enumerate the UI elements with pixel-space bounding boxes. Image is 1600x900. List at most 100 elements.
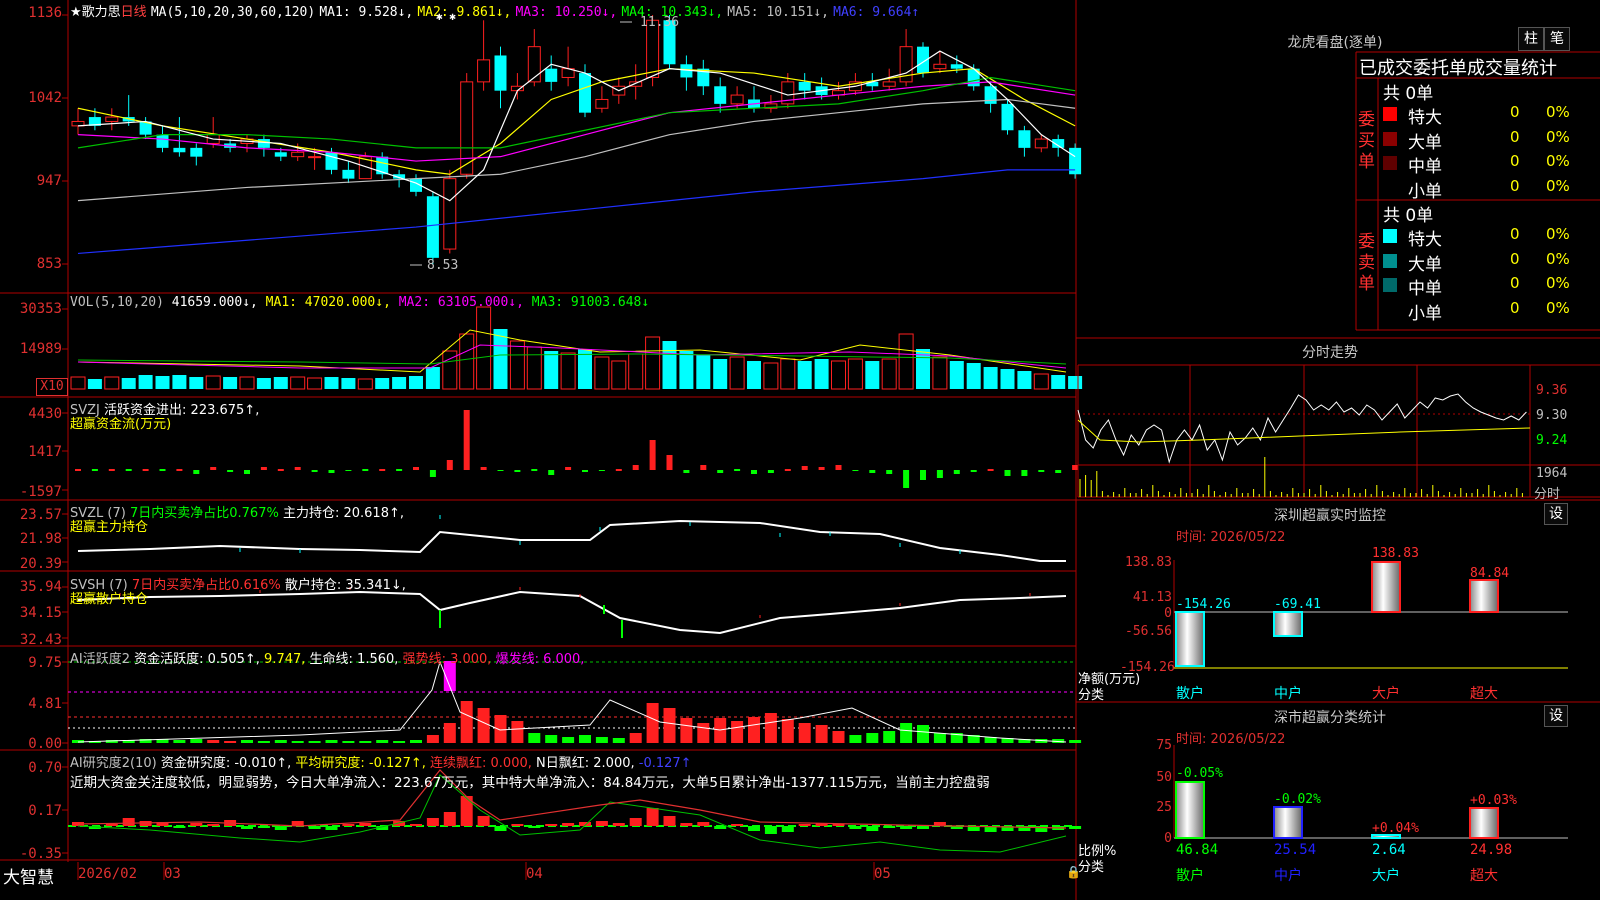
volume-bar-up bbox=[611, 360, 627, 390]
activity-bar bbox=[393, 741, 406, 743]
star-icon[interactable]: ★ bbox=[70, 5, 82, 20]
candle-body-down bbox=[156, 134, 169, 148]
sell-row-name: 小单 bbox=[1408, 303, 1442, 324]
volume-bar-up bbox=[628, 353, 644, 390]
flow-bar-out bbox=[1038, 470, 1045, 472]
buy-total: 共 0单 bbox=[1383, 84, 1434, 104]
volume-bar-up bbox=[509, 340, 525, 390]
column-view-button[interactable]: 柱 bbox=[1518, 27, 1544, 51]
vol-unit-badge[interactable]: X10 bbox=[36, 378, 68, 396]
candle-body-down bbox=[950, 64, 963, 69]
activity-bar bbox=[697, 723, 710, 743]
svzj-axis-label: 1417 bbox=[28, 444, 62, 460]
volume-bar-down bbox=[1068, 376, 1083, 389]
volume-bar-down bbox=[578, 349, 592, 389]
volume-bar-down bbox=[1051, 375, 1066, 389]
flow-bar-out bbox=[751, 470, 757, 474]
activity-bar bbox=[646, 703, 659, 743]
flow-bar-in bbox=[480, 467, 487, 470]
volume-bar-down bbox=[375, 378, 390, 389]
monitor-value-label: 84.84 bbox=[1470, 566, 1510, 581]
volume-bar-up bbox=[307, 377, 323, 390]
flow-bar-in bbox=[818, 467, 825, 470]
candle-body-down bbox=[1018, 130, 1031, 148]
classify-time: 时间: 2026/05/22 bbox=[1176, 732, 1286, 747]
ai2-title: AI研究度2(10) bbox=[70, 756, 157, 771]
activity-bar bbox=[545, 735, 558, 743]
flow-bar-in bbox=[700, 465, 707, 470]
research-bar-up bbox=[629, 818, 642, 826]
flow-bar-out bbox=[598, 470, 605, 471]
volume-bar-down bbox=[256, 378, 271, 389]
vol-ma1: MA1: 47020.000↓, bbox=[265, 295, 391, 310]
flow-bar-in bbox=[649, 440, 656, 470]
vol-axis-label: 30353 bbox=[19, 301, 62, 317]
activity-bar bbox=[494, 715, 507, 743]
activity-bar bbox=[680, 718, 693, 743]
sell-row-count: 0 bbox=[1510, 249, 1520, 268]
signal-markers: ✱ ✱ bbox=[436, 10, 456, 23]
research-bar-up bbox=[798, 824, 811, 826]
research-bar-up bbox=[190, 823, 203, 826]
pen-view-button[interactable]: 笔 bbox=[1544, 27, 1570, 51]
volume-bar-down bbox=[223, 377, 238, 389]
flow-bar-in bbox=[632, 465, 639, 470]
flow-bar-out bbox=[953, 470, 960, 474]
classify-change-label: -0.02% bbox=[1274, 792, 1321, 807]
flow-bar-out bbox=[920, 470, 926, 480]
research-bar-down bbox=[308, 826, 321, 829]
activity-bar bbox=[731, 721, 744, 743]
sell-color-swatch bbox=[1383, 229, 1397, 243]
time-label: 05 bbox=[874, 866, 891, 882]
flow-dot bbox=[784, 469, 791, 471]
period-label[interactable]: 日线 bbox=[121, 5, 147, 20]
activity-bar bbox=[325, 740, 338, 743]
research-bar-down bbox=[900, 826, 913, 829]
volume-bar-down bbox=[662, 341, 677, 389]
volume-bar-up bbox=[459, 333, 475, 390]
svzj-subtitle: 超赢资金流(万元) bbox=[70, 417, 172, 432]
flow-bar-in bbox=[294, 467, 301, 470]
svzj-axis-label: -1597 bbox=[19, 484, 62, 500]
activity-bar bbox=[798, 723, 811, 743]
time-label: 04 bbox=[526, 866, 543, 882]
candle-body-down bbox=[984, 86, 997, 104]
flow-bar-out bbox=[193, 470, 200, 474]
research-bar-up bbox=[697, 822, 710, 826]
research-bar-down bbox=[257, 826, 270, 828]
sell-row-count: 0 bbox=[1510, 298, 1520, 317]
monitor-settings-button[interactable]: 设 bbox=[1544, 503, 1568, 525]
flow-dot bbox=[615, 469, 622, 471]
volume-bar-down bbox=[425, 367, 440, 389]
candle-body-down bbox=[342, 169, 355, 179]
research-bar-up bbox=[359, 823, 372, 826]
candle-body-up bbox=[105, 116, 119, 122]
svzl-axis-label: 23.57 bbox=[19, 507, 62, 523]
flow-bar-in bbox=[446, 460, 453, 470]
ai1-axis-label: 4.81 bbox=[28, 696, 62, 712]
activity-bar bbox=[291, 741, 304, 743]
volume-bar-up bbox=[932, 356, 948, 390]
ma-header: MA(5,10,20,30,60,120) bbox=[150, 5, 316, 20]
monitor-value-label: -154.26 bbox=[1176, 597, 1231, 612]
flow-bar-out bbox=[767, 470, 774, 473]
research-bar-up bbox=[426, 818, 439, 826]
monitor-axis-label: 0 bbox=[1164, 606, 1172, 621]
price-axis-label: 947 bbox=[36, 173, 62, 189]
classify-axis-label: 75 bbox=[1156, 738, 1172, 753]
research-bar-down bbox=[528, 826, 541, 828]
activity-bar bbox=[460, 701, 473, 743]
classify-settings-button[interactable]: 设 bbox=[1544, 705, 1568, 727]
research-bar-up bbox=[562, 823, 575, 826]
monitor-value-label: 138.83 bbox=[1372, 546, 1419, 561]
research-bar-down bbox=[917, 826, 929, 829]
intraday-axis-label: 9.36 bbox=[1536, 383, 1568, 398]
volume-bar-up bbox=[831, 360, 846, 390]
activity-bar bbox=[764, 713, 777, 743]
flow-bar-in bbox=[413, 467, 419, 470]
sell-row-name: 大单 bbox=[1408, 254, 1442, 275]
sell-color-swatch bbox=[1383, 278, 1397, 292]
classify-axis-label: 50 bbox=[1156, 770, 1172, 785]
flow-dot bbox=[734, 469, 741, 471]
monitor-axis-label: -56.56 bbox=[1125, 624, 1172, 639]
